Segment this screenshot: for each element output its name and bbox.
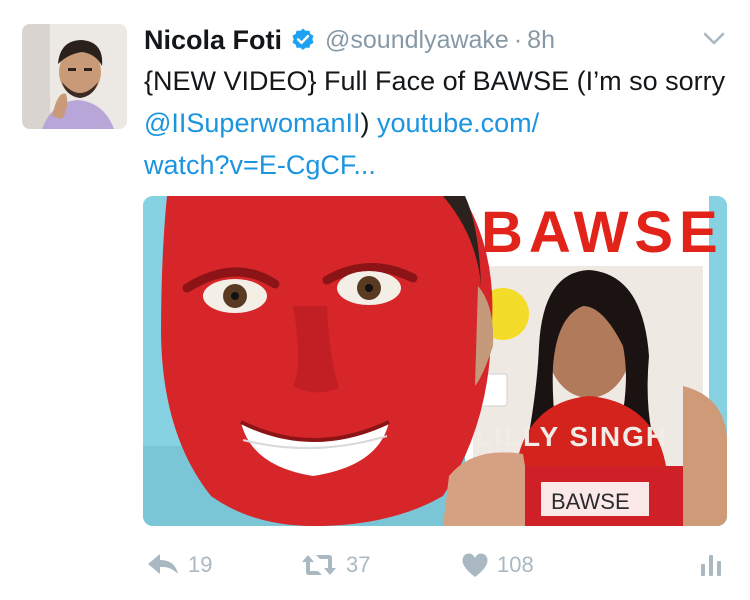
author-name[interactable]: Nicola Foti (144, 25, 282, 56)
book-author: LILLY SINGH (475, 421, 668, 452)
reply-icon (148, 554, 178, 574)
retweet-count: 37 (346, 552, 371, 577)
retweet-button[interactable]: 37 (300, 545, 370, 585)
tweet-text-part2: ) (360, 108, 378, 138)
chevron-down-icon[interactable] (702, 30, 726, 48)
like-heart-icon (462, 553, 488, 577)
analytics-button[interactable] (698, 545, 732, 585)
url-link-line2: watch?v=E-CgCF... (144, 150, 376, 180)
separator-dot: · (513, 25, 523, 54)
lipstick-label: BAWSE (551, 489, 630, 514)
like-count: 108 (497, 552, 534, 577)
lipstick-box: BAWSE (525, 466, 685, 526)
tweet-header: Nicola Foti @soundlyawake · 8h (144, 20, 555, 60)
tweet-media-image[interactable]: BAWSE LILLY SINGH BAWSE (143, 196, 727, 526)
mention-link[interactable]: @IISuperwomanII (144, 108, 361, 138)
author-avatar[interactable] (22, 24, 127, 129)
analytics-icon (701, 555, 721, 576)
tweet-text: {NEW VIDEO} Full Face of BAWSE (I’m so s… (144, 60, 736, 186)
verified-badge-icon (292, 28, 314, 50)
tweet-actions: 19 37 108 (0, 545, 750, 585)
url-link-line1: youtube.com/ (377, 108, 540, 138)
avatar-image (22, 24, 127, 129)
retweet-icon (302, 555, 336, 575)
reply-button[interactable]: 19 (146, 545, 212, 585)
reply-count: 19 (188, 552, 213, 577)
tweet-text-part1: {NEW VIDEO} Full Face of BAWSE (I’m so s… (144, 66, 726, 96)
tweet-timestamp[interactable]: 8h (527, 26, 555, 55)
author-handle[interactable]: @soundlyawake (325, 26, 509, 55)
video-thumbnail: BAWSE LILLY SINGH BAWSE (143, 196, 727, 526)
painted-face (161, 196, 494, 526)
book-title: BAWSE (481, 200, 724, 265)
like-button[interactable]: 108 (461, 545, 534, 585)
